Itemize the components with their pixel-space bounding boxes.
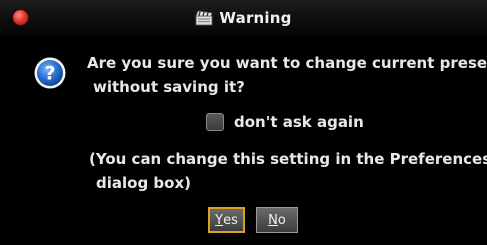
title-bar: Warning [0,0,487,36]
message-line-2: without saving it? [93,78,245,96]
yes-button[interactable]: Yes [208,207,245,233]
no-button[interactable]: No [256,207,298,233]
title-group: Warning [0,0,487,36]
yes-label-rest: es [223,212,238,228]
svg-text:?: ? [44,63,55,85]
note-line-1: (You can change this setting in the Pref… [89,150,487,168]
message-line-1: Are you sure you want to change current … [87,54,487,72]
warning-dialog: Warning ? Are you sure you want to chang… [0,0,487,245]
yes-mnemonic: Y [215,212,224,228]
no-mnemonic: N [268,212,278,228]
dont-ask-again-checkbox[interactable] [206,113,224,131]
note-line-2: dialog box) [96,174,191,192]
dont-ask-again-label[interactable]: don't ask again [234,113,364,131]
window-title: Warning [219,9,292,27]
film-clapper-icon [195,10,213,26]
no-label-rest: o [277,212,286,228]
dont-ask-again-row[interactable]: don't ask again [206,112,364,132]
question-icon: ? [34,57,66,89]
